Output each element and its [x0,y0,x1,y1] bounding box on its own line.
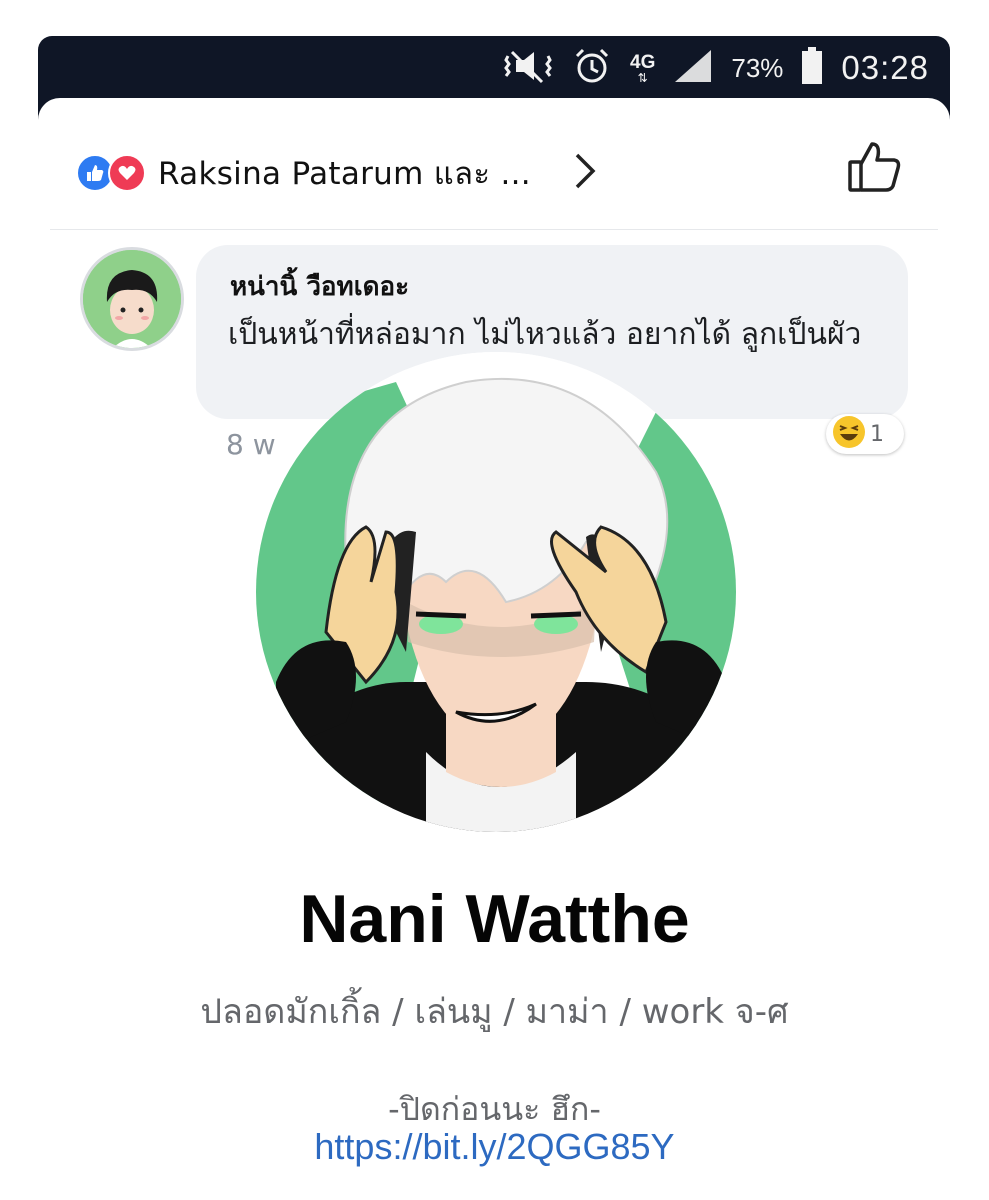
haha-reaction-icon [832,415,866,453]
reactions-summary-text: Raksina Patarum และ ... [158,156,531,192]
data-arrows-icon: ⇅ [637,70,648,85]
profile-name: Nani Watthe [299,881,690,957]
clock: 03:28 [841,49,929,86]
network-indicator: 4G ⇅ [630,53,655,84]
status-bar: 4G ⇅ 73% 03:28 [502,44,929,92]
chevron-right-icon[interactable] [573,151,599,195]
alarm-icon [572,46,612,91]
vibrate-mute-icon [502,46,554,91]
network-type: 4G [630,51,656,73]
comment-reaction-badge[interactable]: 1 [826,414,904,454]
love-reaction-icon [108,154,146,192]
divider [50,229,938,230]
battery-icon [801,46,823,90]
comment-text: เป็นหน้าที่หล่อมาก ไม่ไหวแล้ว อยากได้ ลู… [228,317,862,352]
like-button-icon[interactable] [846,138,904,200]
commenter-avatar[interactable] [80,247,184,351]
profile-picture[interactable] [256,352,736,832]
signal-icon [673,48,713,89]
reaction-count: 1 [870,421,884,447]
comment-time: 8 w [226,428,276,461]
profile-link[interactable]: https://bit.ly/2QGG85Y [0,1126,989,1168]
reactions-summary-bar[interactable]: Raksina Patarum และ ... [76,140,906,206]
battery-percent: 73% [731,52,784,83]
profile-bio: ปลอดมักเกิ้ล / เล่นมู / มาม่า / work จ-ศ [200,992,789,1032]
comment-author[interactable]: หน่านิ้ วือทเดอะ [230,266,409,307]
